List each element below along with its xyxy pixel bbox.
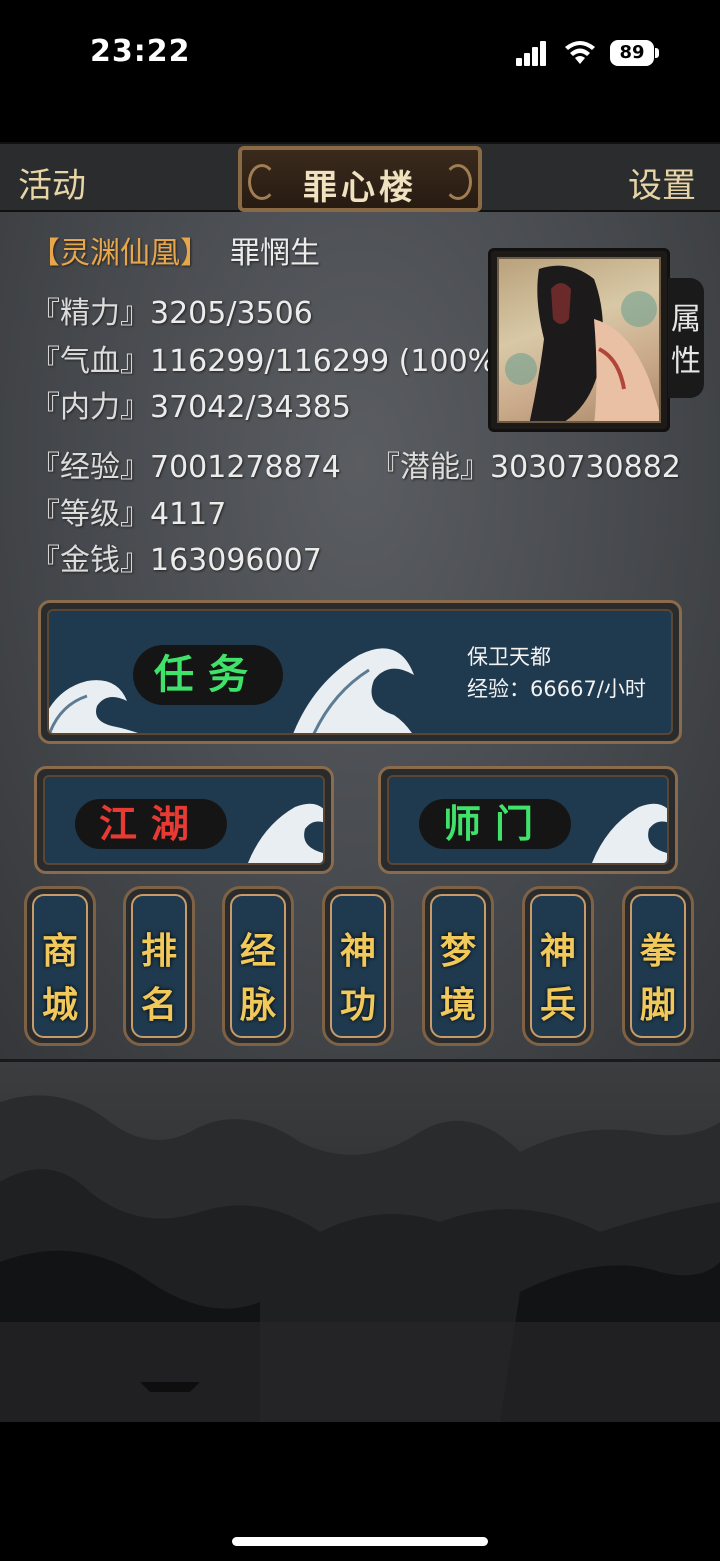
menu-char-top: 排: [140, 930, 177, 972]
stat-energy-label: 『精力』: [30, 296, 150, 331]
quest-button[interactable]: 任务 保卫天都 经验：66667/小时: [38, 600, 682, 744]
stat-hp-label: 『气血』: [30, 344, 150, 379]
menu-char-bottom: 脉: [239, 984, 276, 1026]
menu-meridian-button[interactable]: 经 脉: [222, 886, 294, 1046]
character-portrait: [497, 257, 661, 423]
battery-level: 89: [619, 42, 645, 63]
stat-mp-label: 『内力』: [30, 390, 150, 425]
activity-button[interactable]: 活动: [18, 158, 86, 207]
stat-energy: 『精力』3205/3506: [30, 288, 313, 332]
attributes-tab[interactable]: 属 性: [668, 278, 704, 398]
wifi-icon: [565, 41, 595, 64]
menu-fist-kick-button[interactable]: 拳 脚: [622, 886, 694, 1046]
landscape-scene: [0, 1062, 720, 1422]
quest-button-inner: 任务 保卫天都 经验：66667/小时: [47, 609, 673, 735]
menu-ranking-button[interactable]: 排 名: [123, 886, 195, 1046]
stat-potential: 『潜能』3030730882: [370, 442, 681, 486]
attributes-tab-char-1: 属: [671, 302, 701, 337]
menu-char-bottom: 功: [339, 984, 376, 1026]
stat-exp: 『经验』7001278874: [30, 442, 341, 486]
stat-money-value: 163096007: [150, 543, 322, 578]
menu-inner: 拳 脚: [630, 894, 686, 1038]
mountain-silhouette: [0, 1095, 720, 1422]
menu-inner: 商 城: [32, 894, 88, 1038]
stat-potential-value: 3030730882: [490, 450, 681, 485]
character-name: 罪惘生: [230, 236, 320, 271]
quest-name: 保卫天都: [467, 645, 551, 669]
menu-char-top: 经: [239, 930, 276, 972]
cellular-signal-icon: [516, 40, 554, 66]
shimen-button[interactable]: 师门: [378, 766, 678, 874]
stat-hp-value: 116299/116299 (100%): [150, 344, 492, 379]
battery-cap: [655, 48, 659, 58]
shimen-button-inner: 师门: [387, 775, 669, 865]
stat-exp-value: 7001278874: [150, 450, 341, 485]
stat-exp-label: 『经验』: [30, 450, 150, 485]
settings-button[interactable]: 设置: [628, 158, 696, 207]
wave-icon: [247, 803, 323, 863]
stat-energy-value: 3205/3506: [150, 296, 313, 331]
menu-char-bottom: 兵: [539, 984, 576, 1026]
game-top-bar: 活动 罪心楼 设置: [0, 142, 720, 212]
menu-char-bottom: 名: [140, 984, 177, 1026]
menu-inner: 神 兵: [530, 894, 586, 1038]
menu-char-top: 商: [41, 930, 78, 972]
menu-inner: 神 功: [330, 894, 386, 1038]
portrait-art: [505, 265, 659, 421]
quest-label: 任务: [133, 645, 283, 705]
clock: 23:22: [90, 34, 191, 69]
menu-shop-button[interactable]: 商 城: [24, 886, 96, 1046]
menu-inner: 经 脉: [230, 894, 286, 1038]
home-indicator[interactable]: [232, 1537, 488, 1546]
location-title: 罪心楼: [303, 168, 417, 208]
menu-char-top: 梦: [439, 930, 476, 972]
stat-money: 『金钱』163096007: [30, 535, 322, 579]
stat-mp: 『内力』37042/34385: [30, 382, 351, 426]
menu-inner: 排 名: [131, 894, 187, 1038]
wave-icon: [293, 648, 414, 733]
menu-divine-skill-button[interactable]: 神 功: [322, 886, 394, 1046]
stat-mp-value: 37042/34385: [150, 390, 351, 425]
menu-char-top: 神: [539, 930, 576, 972]
stat-level-value: 4117: [150, 497, 227, 532]
location-title-plaque: 罪心楼: [238, 146, 482, 212]
jianghu-button-inner: 江湖: [43, 775, 325, 865]
menu-char-bottom: 脚: [639, 984, 676, 1026]
status-bar: 23:22 89: [0, 0, 720, 110]
menu-inner: 梦 境: [430, 894, 486, 1038]
menu-char-top: 拳: [639, 930, 676, 972]
avatar-frame[interactable]: [488, 248, 670, 432]
stat-level: 『等级』4117: [30, 489, 226, 533]
attributes-tab-char-2: 性: [671, 344, 701, 379]
menu-divine-weapon-button[interactable]: 神 兵: [522, 886, 594, 1046]
stat-money-label: 『金钱』: [30, 543, 150, 578]
quest-exp-rate: 经验：66667/小时: [467, 677, 646, 701]
menu-char-top: 神: [339, 930, 376, 972]
jianghu-label: 江湖: [75, 799, 227, 849]
wave-icon: [591, 803, 667, 863]
menu-dream-button[interactable]: 梦 境: [422, 886, 494, 1046]
stat-level-label: 『等级』: [30, 497, 150, 532]
jianghu-button[interactable]: 江湖: [34, 766, 334, 874]
stat-potential-label: 『潜能』: [370, 450, 490, 485]
menu-char-bottom: 城: [41, 984, 78, 1026]
stat-hp: 『气血』116299/116299 (100%): [30, 336, 492, 380]
menu-char-bottom: 境: [439, 984, 476, 1026]
shimen-label: 师门: [419, 799, 571, 849]
battery-icon: 89: [610, 40, 654, 66]
character-title: 【灵渊仙凰】: [30, 236, 210, 271]
